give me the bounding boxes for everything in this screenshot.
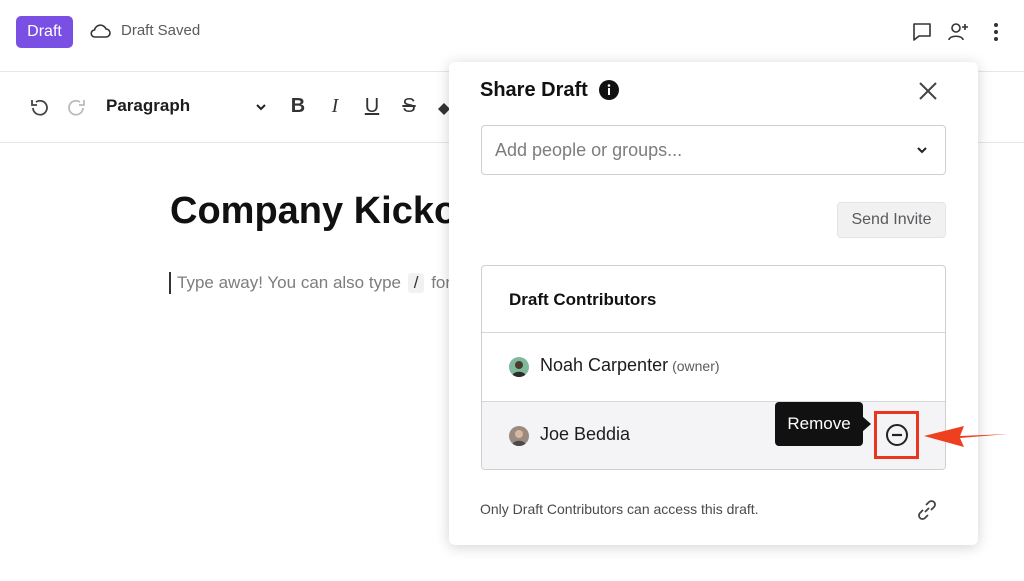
panel-title: Share Draft — [480, 79, 588, 101]
minus-circle-icon — [886, 424, 908, 446]
slash-key: / — [407, 273, 425, 293]
redo-icon[interactable] — [66, 97, 88, 119]
block-type-label: Paragraph — [106, 96, 191, 115]
contributor-row: Noah Carpenter (owner) — [482, 333, 945, 402]
avatar — [509, 357, 529, 377]
comment-icon[interactable] — [910, 20, 934, 44]
contributors-heading: Draft Contributors — [509, 290, 657, 309]
italic-icon[interactable]: I — [324, 95, 346, 118]
close-icon[interactable] — [917, 80, 939, 102]
document-title[interactable]: Company Kickoff — [170, 190, 460, 233]
contributor-name: Joe Beddia — [540, 424, 631, 444]
remove-contributor-button[interactable] — [874, 411, 919, 459]
avatar — [509, 426, 529, 446]
draft-status-badge: Draft — [16, 16, 73, 48]
block-type-select[interactable]: Paragraph — [106, 96, 268, 120]
cloud-icon — [90, 24, 111, 38]
save-status-text: Draft Saved — [121, 22, 201, 39]
editor-placeholder[interactable]: Type away! You can also type / for comma… — [177, 273, 449, 293]
add-people-input[interactable] — [495, 126, 895, 174]
contributor-name: Noah Carpenter (owner) — [540, 355, 720, 376]
chevron-down-icon[interactable] — [915, 143, 929, 157]
annotation-arrow — [924, 426, 1008, 447]
info-icon[interactable] — [598, 79, 620, 101]
text-cursor — [169, 272, 171, 294]
placeholder-suffix: for commands — [431, 273, 449, 292]
strikethrough-icon[interactable]: S — [398, 95, 420, 118]
copy-link-icon[interactable] — [915, 498, 939, 522]
placeholder-prefix: Type away! You can also type — [177, 273, 401, 292]
contributor-name-text: Noah Carpenter — [540, 355, 669, 375]
owner-tag: (owner) — [672, 358, 720, 374]
bold-icon[interactable]: B — [287, 95, 309, 118]
more-vertical-icon[interactable] — [984, 20, 1008, 44]
underline-icon[interactable]: U — [361, 95, 383, 118]
share-draft-panel: Share Draft Send Invite Draft Contributo… — [449, 62, 978, 545]
send-invite-button[interactable]: Send Invite — [837, 202, 946, 238]
access-note: Only Draft Contributors can access this … — [480, 501, 759, 517]
contributors-header: Draft Contributors — [482, 266, 945, 333]
chevron-down-icon — [256, 104, 266, 111]
undo-icon[interactable] — [28, 97, 50, 119]
add-user-icon[interactable] — [946, 20, 970, 44]
fill-color-icon[interactable] — [436, 97, 450, 119]
remove-tooltip: Remove — [775, 402, 863, 446]
tooltip-arrow — [862, 416, 871, 432]
add-people-field[interactable] — [481, 125, 946, 175]
